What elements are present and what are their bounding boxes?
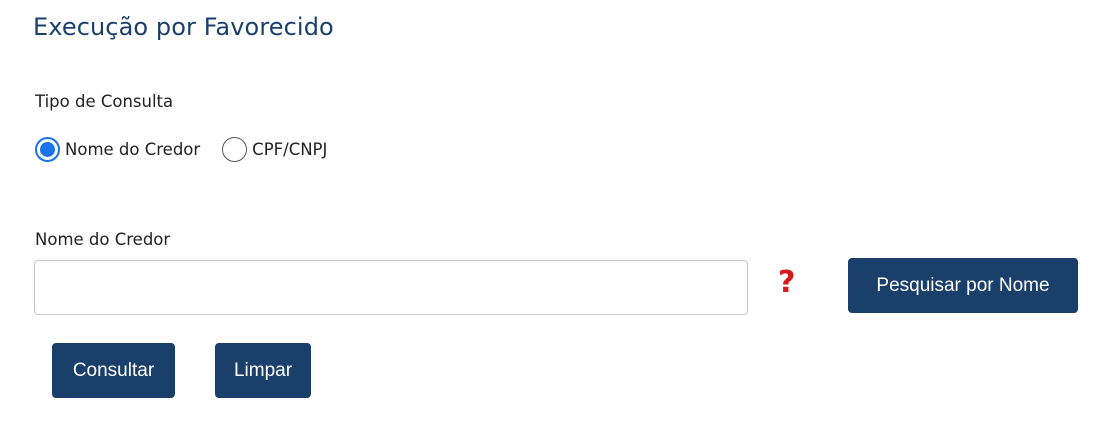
consult-button[interactable]: Consultar xyxy=(52,343,175,398)
search-by-name-button[interactable]: Pesquisar por Nome xyxy=(848,258,1078,313)
radio-button-creditor-name[interactable] xyxy=(35,136,60,162)
page-title: Execução por Favorecido xyxy=(33,13,334,41)
help-icon[interactable]: ? xyxy=(778,266,795,300)
creditor-name-label: Nome do Credor xyxy=(35,230,171,249)
creditor-name-input[interactable] xyxy=(34,260,748,315)
radio-option-cpf-cnpj[interactable]: CPF/CNPJ xyxy=(222,136,328,162)
query-type-label: Tipo de Consulta xyxy=(35,92,174,111)
radio-option-creditor-name[interactable]: Nome do Credor xyxy=(35,136,201,162)
clear-button[interactable]: Limpar xyxy=(215,343,311,398)
radio-button-cpf-cnpj[interactable] xyxy=(222,136,248,162)
query-type-radio-group: Nome do Credor CPF/CNPJ xyxy=(35,136,349,162)
radio-label-cpf-cnpj: CPF/CNPJ xyxy=(252,139,328,159)
radio-label-creditor-name: Nome do Credor xyxy=(65,139,201,159)
